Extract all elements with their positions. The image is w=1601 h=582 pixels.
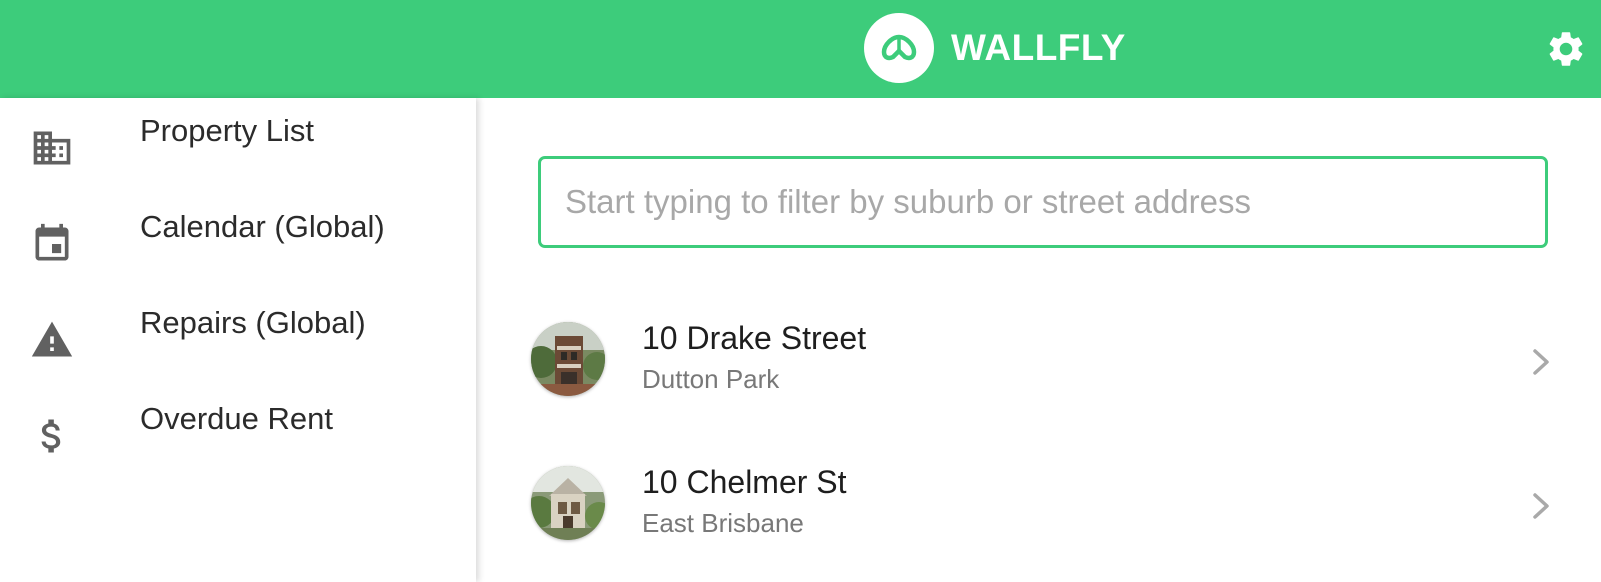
sidebar-item-label: Overdue Rent — [140, 401, 333, 436]
sidebar: Property List Calendar (Global) Repairs … — [0, 98, 476, 582]
dollar-icon — [30, 414, 74, 458]
property-list-item[interactable]: 10 Drake Street Dutton Park — [526, 312, 1576, 432]
sidebar-item-label: Calendar (Global) — [140, 209, 385, 244]
sidebar-item-calendar[interactable]: Calendar (Global) — [0, 194, 476, 290]
chevron-right-icon — [1526, 486, 1556, 526]
property-thumbnail — [531, 466, 605, 540]
property-suburb: Dutton Park — [642, 364, 780, 394]
warning-icon — [30, 318, 74, 362]
main-content: 10 Drake Street Dutton Park 10 Chel — [476, 98, 1601, 582]
sidebar-item-repairs[interactable]: Repairs (Global) — [0, 290, 476, 386]
sidebar-item-property-list[interactable]: Property List — [0, 98, 476, 194]
brand[interactable]: WALLFLY — [864, 13, 1126, 83]
sidebar-item-label: Property List — [140, 113, 315, 148]
property-thumbnail — [531, 322, 605, 396]
property-suburb: East Brisbane — [642, 508, 804, 538]
gear-icon[interactable] — [1545, 28, 1587, 70]
property-street: 10 Drake Street — [642, 320, 867, 356]
top-app-bar: WALLFLY — [0, 0, 1601, 98]
brand-name: WALLFLY — [951, 27, 1126, 68]
calendar-icon — [30, 222, 74, 266]
wallfly-logo-icon — [864, 13, 934, 83]
sidebar-item-label: Repairs (Global) — [140, 305, 366, 340]
search-input[interactable] — [538, 156, 1548, 248]
chevron-right-icon — [1526, 342, 1556, 382]
property-street: 10 Chelmer St — [642, 464, 847, 500]
property-list-item[interactable]: 10 Chelmer St East Brisbane — [526, 456, 1576, 576]
building-icon — [30, 126, 74, 170]
sidebar-item-overdue-rent[interactable]: Overdue Rent — [0, 386, 476, 482]
